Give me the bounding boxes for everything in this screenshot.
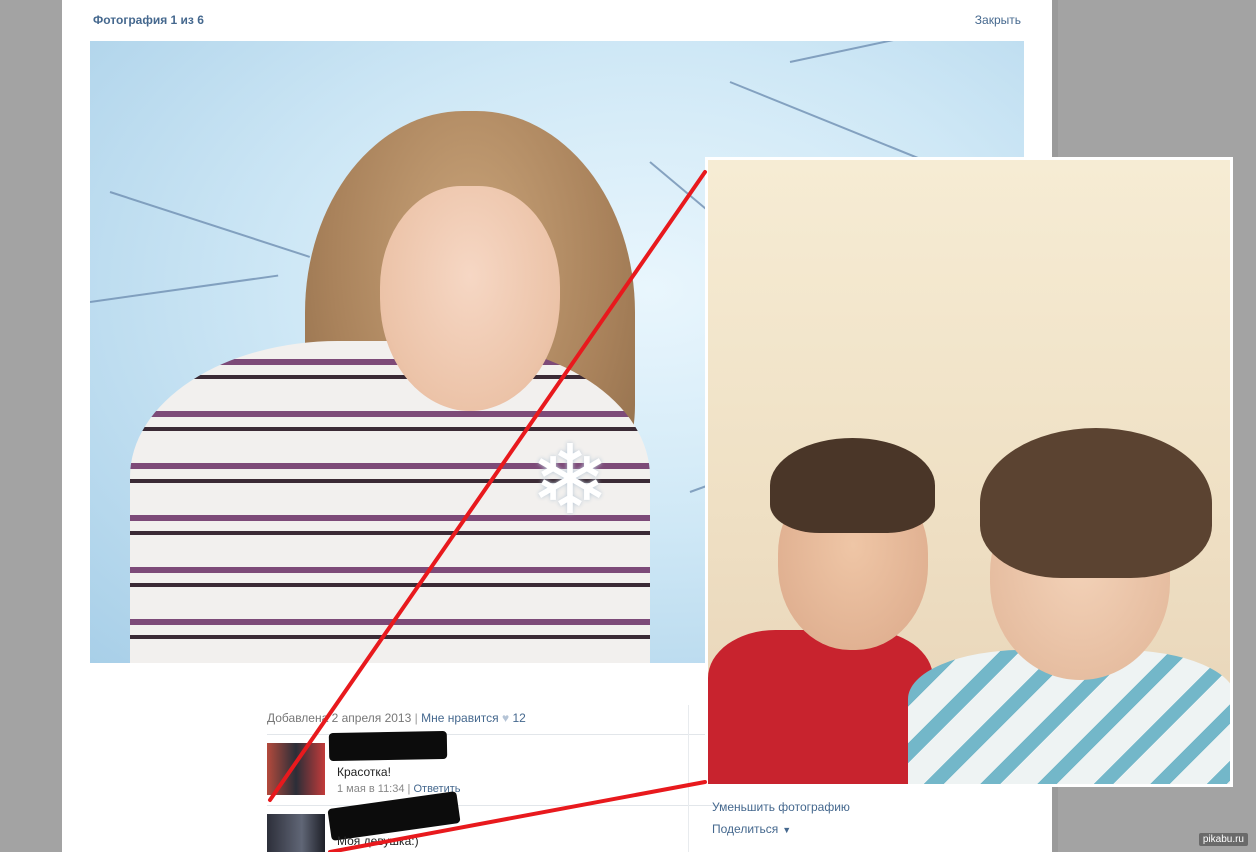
annotation-line [328, 780, 707, 852]
annotation-line [268, 170, 707, 802]
annotation-lines [268, 170, 707, 852]
watermark: pikabu.ru [1198, 833, 1248, 846]
